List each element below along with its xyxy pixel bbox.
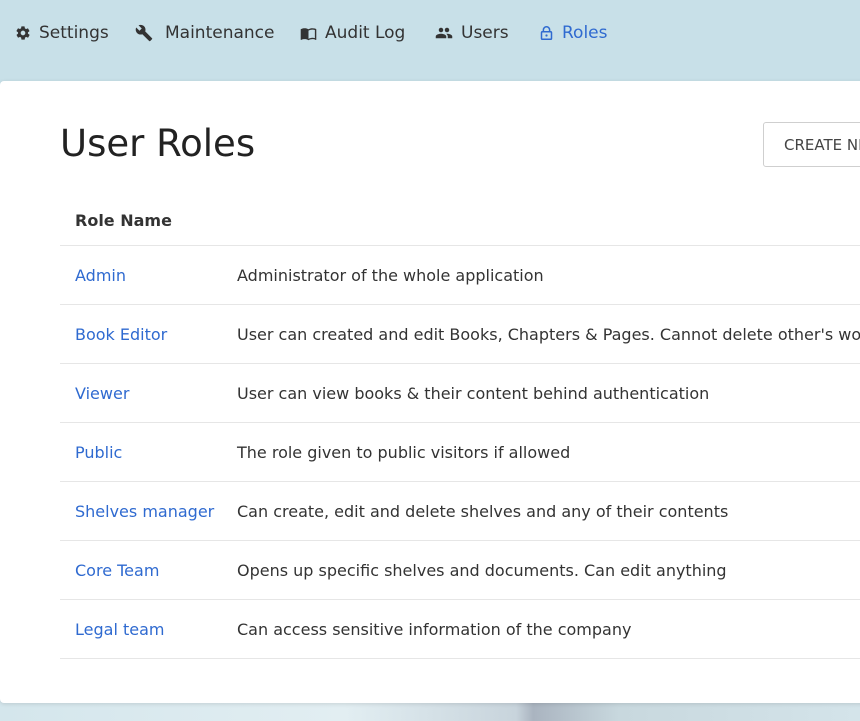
page-background — [0, 700, 860, 721]
role-description: Opens up specific shelves and documents.… — [237, 560, 727, 580]
roles-card: User Roles CREATE NEW ROLE Role Name Adm… — [0, 81, 860, 703]
gear-icon — [16, 26, 30, 40]
role-description: User can created and edit Books, Chapter… — [237, 324, 860, 344]
nav-item-settings[interactable]: Settings — [15, 21, 109, 45]
table-row: Legal team Can access sensitive informat… — [60, 600, 860, 659]
column-header-role-name: Role Name — [60, 195, 860, 246]
role-link-core-team[interactable]: Core Team — [60, 561, 237, 580]
table-row: Core Team Opens up specific shelves and … — [60, 541, 860, 600]
roles-table: Role Name Admin Administrator of the who… — [60, 195, 860, 659]
wrench-icon — [135, 24, 153, 42]
table-row: Public The role given to public visitors… — [60, 423, 860, 482]
role-link-book-editor[interactable]: Book Editor — [60, 325, 237, 344]
table-row: Shelves manager Can create, edit and del… — [60, 482, 860, 541]
create-role-button[interactable]: CREATE NEW ROLE — [763, 122, 860, 167]
nav-item-label: Roles — [562, 23, 608, 43]
book-icon — [300, 27, 317, 40]
role-link-admin[interactable]: Admin — [60, 266, 237, 285]
table-row: Book Editor User can created and edit Bo… — [60, 305, 860, 364]
table-row: Viewer User can view books & their conte… — [60, 364, 860, 423]
nav-item-label: Audit Log — [325, 23, 406, 43]
table-row: Admin Administrator of the whole applica… — [60, 246, 860, 305]
role-link-shelves-manager[interactable]: Shelves manager — [60, 502, 237, 521]
role-description: Administrator of the whole application — [237, 265, 544, 285]
nav-item-label: Users — [461, 23, 509, 43]
nav-item-roles[interactable]: Roles — [539, 21, 608, 45]
role-link-legal-team[interactable]: Legal team — [60, 620, 237, 639]
settings-nav: Settings Maintenance Audit Log Users Rol… — [0, 0, 860, 80]
nav-item-maintenance[interactable]: Maintenance — [135, 21, 274, 45]
role-description: Can access sensitive information of the … — [237, 619, 632, 639]
users-icon — [435, 27, 453, 39]
nav-item-label: Maintenance — [165, 23, 275, 43]
role-description: The role given to public visitors if all… — [237, 442, 571, 462]
lock-icon — [540, 26, 553, 40]
nav-item-users[interactable]: Users — [435, 21, 509, 45]
nav-item-label: Settings — [39, 23, 109, 43]
role-link-viewer[interactable]: Viewer — [60, 384, 237, 403]
role-description: Can create, edit and delete shelves and … — [237, 501, 729, 521]
role-link-public[interactable]: Public — [60, 443, 237, 462]
role-description: User can view books & their content behi… — [237, 383, 710, 403]
page-title: User Roles — [60, 122, 256, 165]
nav-item-audit-log[interactable]: Audit Log — [300, 21, 405, 45]
